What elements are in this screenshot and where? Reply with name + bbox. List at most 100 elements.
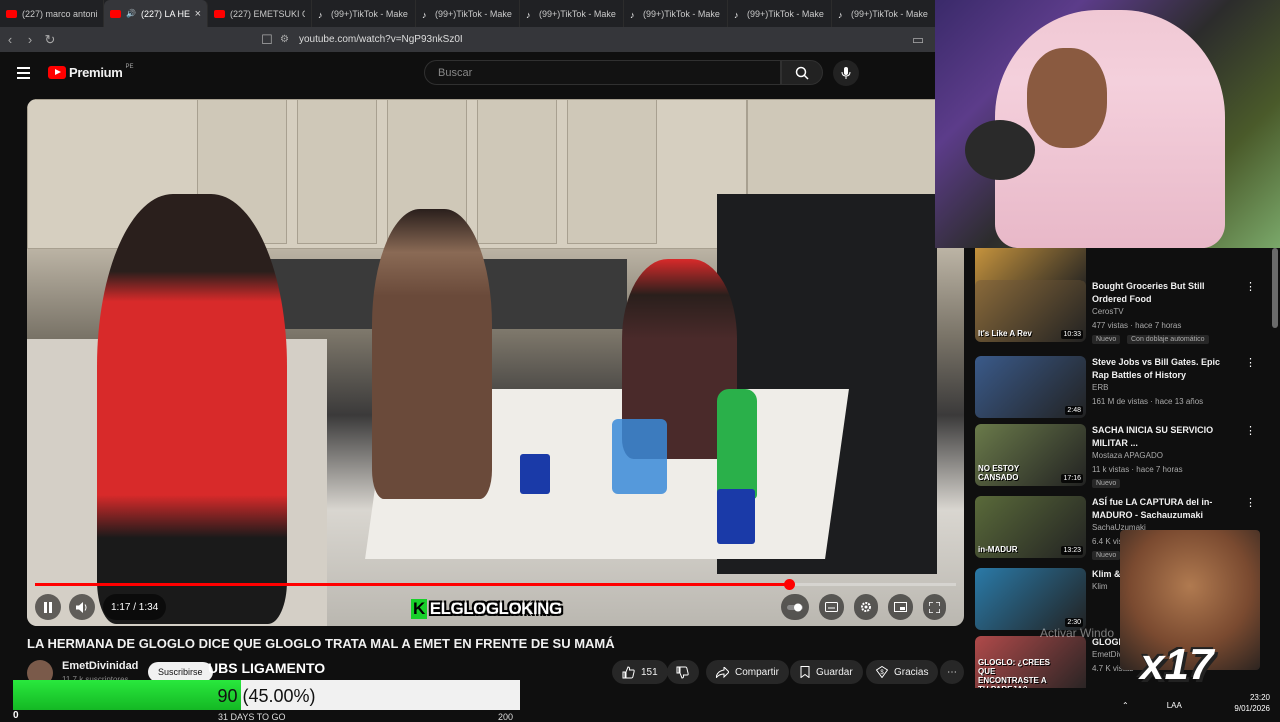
- youtube-logo[interactable]: Premium PE: [48, 63, 134, 80]
- tiktok-icon: ♪: [526, 9, 531, 20]
- goal-left-label: 0: [13, 710, 19, 721]
- browser-tab[interactable]: (227) EMETSUKI OR: [208, 0, 312, 27]
- search-input[interactable]: Buscar: [424, 60, 781, 85]
- volume-icon: [75, 601, 86, 613]
- menu-icon[interactable]: [17, 67, 30, 79]
- audio-playing-icon[interactable]: 🔊: [126, 9, 136, 18]
- taskbar-clock[interactable]: 23:20 9/01/2026: [1228, 692, 1270, 714]
- video-thumbnail[interactable]: 2:30: [975, 568, 1086, 630]
- more-vertical-icon[interactable]: ⋮: [1245, 424, 1256, 437]
- share-button[interactable]: Compartir: [706, 660, 789, 684]
- bookmark-icon[interactable]: ☐: [257, 32, 277, 48]
- tiktok-icon: ♪: [318, 9, 323, 20]
- thanks-label: Gracias: [894, 666, 929, 678]
- region-code: PE: [125, 63, 134, 70]
- video-thumbnail[interactable]: in-MADUR 13:23: [975, 496, 1086, 558]
- tiktok-icon: ♪: [422, 9, 427, 20]
- more-vertical-icon[interactable]: ⋮: [1245, 496, 1256, 509]
- browser-tab[interactable]: 🔊 (227) LA HE ×: [104, 0, 208, 27]
- browser-tab[interactable]: ♪ (99+)TikTok - Make: [416, 0, 520, 27]
- thanks-button[interactable]: $ Gracias: [866, 660, 939, 684]
- save-button[interactable]: Guardar: [790, 660, 863, 684]
- video-thumbnail[interactable]: It's Like A Rev 10:33: [975, 280, 1086, 342]
- video-thumbnail[interactable]: GLOGLO: ¿CREES QUE ENCONTRASTE A TU PARE…: [975, 636, 1086, 688]
- more-vertical-icon[interactable]: ⋮: [1245, 356, 1256, 369]
- video-title: LA HERMANA DE GLOGLO DICE QUE GLOGLO TRA…: [27, 636, 615, 651]
- gear-icon: [861, 602, 871, 612]
- recommended-video[interactable]: It's Like A Rev 10:33 Bought Groceries But…: [975, 280, 1265, 344]
- url-text: youtube.com/watch?v=NgP93nkSz0I: [298, 34, 463, 45]
- volume-button[interactable]: [69, 594, 95, 620]
- browser-tab[interactable]: ♪ (99+)TikTok - Make: [832, 0, 936, 27]
- video-duration: 13:23: [1061, 546, 1083, 555]
- chevron-up-icon[interactable]: ⌃: [1122, 701, 1129, 710]
- search-button[interactable]: [781, 60, 823, 85]
- video-channel[interactable]: Klim: [1092, 582, 1108, 591]
- subtitles-button[interactable]: [819, 594, 844, 620]
- multiplier-overlay: x17: [1140, 640, 1214, 689]
- goal-progress-text: 90 (45.00%): [13, 686, 520, 707]
- browser-tab[interactable]: ♪ (99+)TikTok - Make: [312, 0, 416, 27]
- miniplayer-icon: [894, 602, 907, 612]
- back-icon[interactable]: ‹: [0, 32, 20, 47]
- player-controls-left: 1:17 / 1:34: [35, 594, 167, 620]
- channel-name[interactable]: EmetDivinidad: [62, 660, 138, 672]
- video-title-link[interactable]: SACHA INICIA SU SERVICIO MILITAR ...: [1092, 424, 1237, 450]
- progress-bar[interactable]: [35, 579, 956, 590]
- progress-scrubber[interactable]: [784, 579, 796, 590]
- video-title-link[interactable]: Bought Groceries But Still Ordered Food: [1092, 280, 1237, 306]
- autoplay-toggle[interactable]: [781, 594, 809, 620]
- browser-tab[interactable]: (227) marco antonio: [0, 0, 104, 27]
- youtube-icon: [110, 9, 121, 18]
- address-bar[interactable]: ⚙ youtube.com/watch?v=NgP93nkSz0I: [280, 30, 900, 49]
- video-thumbnail[interactable]: 2:48: [975, 356, 1086, 418]
- more-actions-button[interactable]: ⋯: [940, 660, 964, 684]
- browser-tab[interactable]: ♪ (99+)TikTok - Make: [624, 0, 728, 27]
- overlay-username: ELGLOGLOKING: [429, 599, 562, 618]
- browser-tab-strip: (227) marco antonio 🔊 (227) LA HE × (227) EM…: [0, 0, 936, 27]
- video-title-link[interactable]: Steve Jobs vs Bill Gates. Epic Rap Battl…: [1092, 356, 1237, 382]
- tiktok-icon: ♪: [838, 9, 843, 20]
- video-channel[interactable]: Mostaza APAGADO: [1092, 451, 1163, 460]
- recommended-video[interactable]: 2:48 Steve Jobs vs Bill Gates. Epic Rap B…: [975, 356, 1265, 418]
- dislike-button[interactable]: [667, 660, 699, 684]
- voice-search-button[interactable]: [833, 60, 859, 86]
- video-title-link[interactable]: ASÍ fue LA CAPTURA del in-MADURO - Sacha…: [1092, 496, 1237, 522]
- site-info-icon[interactable]: ⚙: [280, 34, 289, 45]
- settings-button[interactable]: [854, 594, 878, 620]
- tab-label: (227) LA HE: [140, 8, 190, 19]
- video-channel[interactable]: ERB: [1092, 383, 1108, 392]
- language-indicator[interactable]: LAA: [1167, 701, 1182, 710]
- pause-button[interactable]: [35, 594, 61, 620]
- video-meta: 161 M de vistas · hace 13 años: [1092, 397, 1204, 406]
- webcam-overlay: [935, 0, 1280, 248]
- like-button[interactable]: 151: [612, 660, 668, 684]
- browser-tab[interactable]: ♪ (99+)TikTok - Make: [728, 0, 832, 27]
- tab-label: (99+)TikTok - Make: [851, 8, 928, 19]
- progress-fill: [35, 583, 790, 586]
- close-tab-icon[interactable]: ×: [195, 8, 201, 20]
- video-thumbnail[interactable]: NO ESTOY CANSADO 17:16: [975, 424, 1086, 486]
- new-badge: Nuevo: [1092, 479, 1121, 488]
- cast-icon[interactable]: ▭: [908, 32, 928, 48]
- video-player[interactable]: 1:17 / 1:34 K ELGLOGLOKING: [27, 99, 964, 626]
- player-controls-right: [781, 594, 946, 620]
- miniplayer-button[interactable]: [888, 594, 913, 620]
- recommended-video[interactable]: NO ESTOY CANSADO 17:16 SACHA INICIA SU SER…: [975, 424, 1265, 488]
- tab-label: (99+)TikTok - Make: [747, 8, 824, 19]
- more-horizontal-icon: ⋯: [947, 666, 957, 678]
- youtube-icon: [214, 9, 225, 18]
- scrollbar[interactable]: [1272, 248, 1278, 328]
- fullscreen-button[interactable]: [923, 594, 946, 620]
- tab-label: (99+)TikTok - Make: [331, 8, 408, 19]
- reload-icon[interactable]: ↻: [40, 32, 60, 48]
- tab-label: (99+)TikTok - Make: [539, 8, 616, 19]
- stream-overlay-text: K ELGLOGLOKING: [411, 599, 562, 619]
- browser-tab[interactable]: ♪ (99+)TikTok - Make: [520, 0, 624, 27]
- video-channel[interactable]: CerosTV: [1092, 307, 1124, 316]
- clock-time: 23:20: [1249, 693, 1270, 702]
- more-vertical-icon[interactable]: ⋮: [1245, 280, 1256, 293]
- subscribe-button[interactable]: Suscribirse: [148, 662, 213, 682]
- forward-icon[interactable]: ›: [20, 32, 40, 47]
- thumbnail-caption: It's Like A Rev: [978, 329, 1032, 338]
